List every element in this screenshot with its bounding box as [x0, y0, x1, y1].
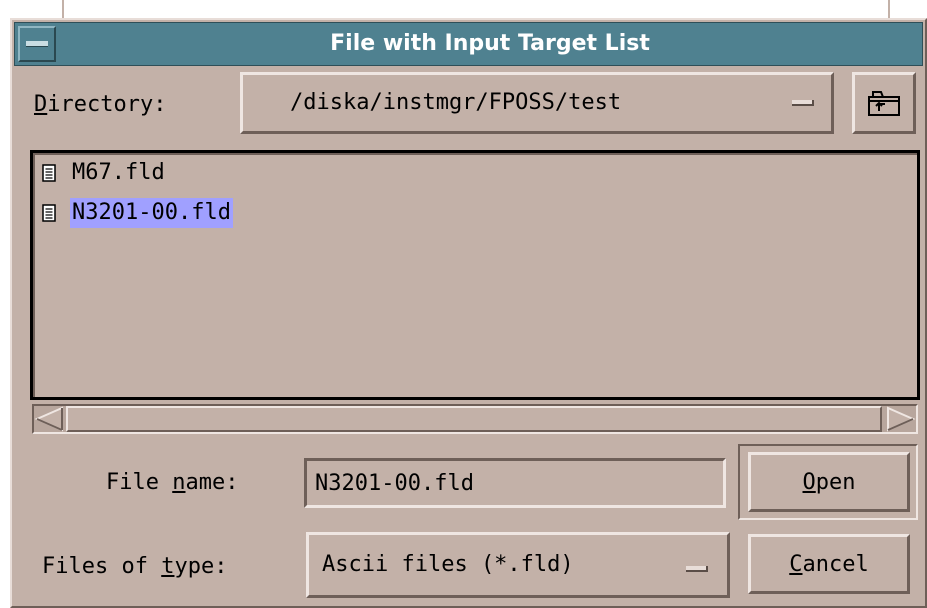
arrow-left-icon[interactable]: [34, 406, 64, 432]
directory-label: Directory:: [34, 92, 167, 117]
file-type-label: Files of type:: [42, 554, 228, 579]
file-name-input[interactable]: [304, 458, 726, 508]
scroll-thumb[interactable]: [66, 406, 882, 432]
window-title: File with Input Target List: [330, 31, 650, 56]
up-folder-button[interactable]: [852, 72, 916, 134]
window-menu-icon: [26, 41, 48, 47]
cancel-button[interactable]: Cancel: [748, 534, 910, 594]
file-name-text: N3201-00.fld: [70, 198, 233, 228]
up-folder-icon: [868, 91, 900, 116]
file-icon: [42, 164, 56, 182]
window-decoration-line: [888, 0, 890, 18]
file-icon: [42, 204, 56, 222]
file-type-value: Ascii files (*.fld): [322, 552, 574, 577]
window-menu-button[interactable]: [18, 26, 56, 62]
combo-indicator-icon: [686, 566, 708, 572]
directory-value: /diska/instmgr/FPOSS/test: [290, 90, 622, 115]
window-decoration-line: [62, 0, 64, 18]
combo-indicator-icon: [792, 100, 814, 106]
arrow-right-icon[interactable]: [886, 406, 916, 432]
open-button[interactable]: Open: [748, 452, 910, 512]
file-name-label: File name:: [106, 470, 239, 495]
file-name-text: M67.fld: [72, 160, 165, 185]
